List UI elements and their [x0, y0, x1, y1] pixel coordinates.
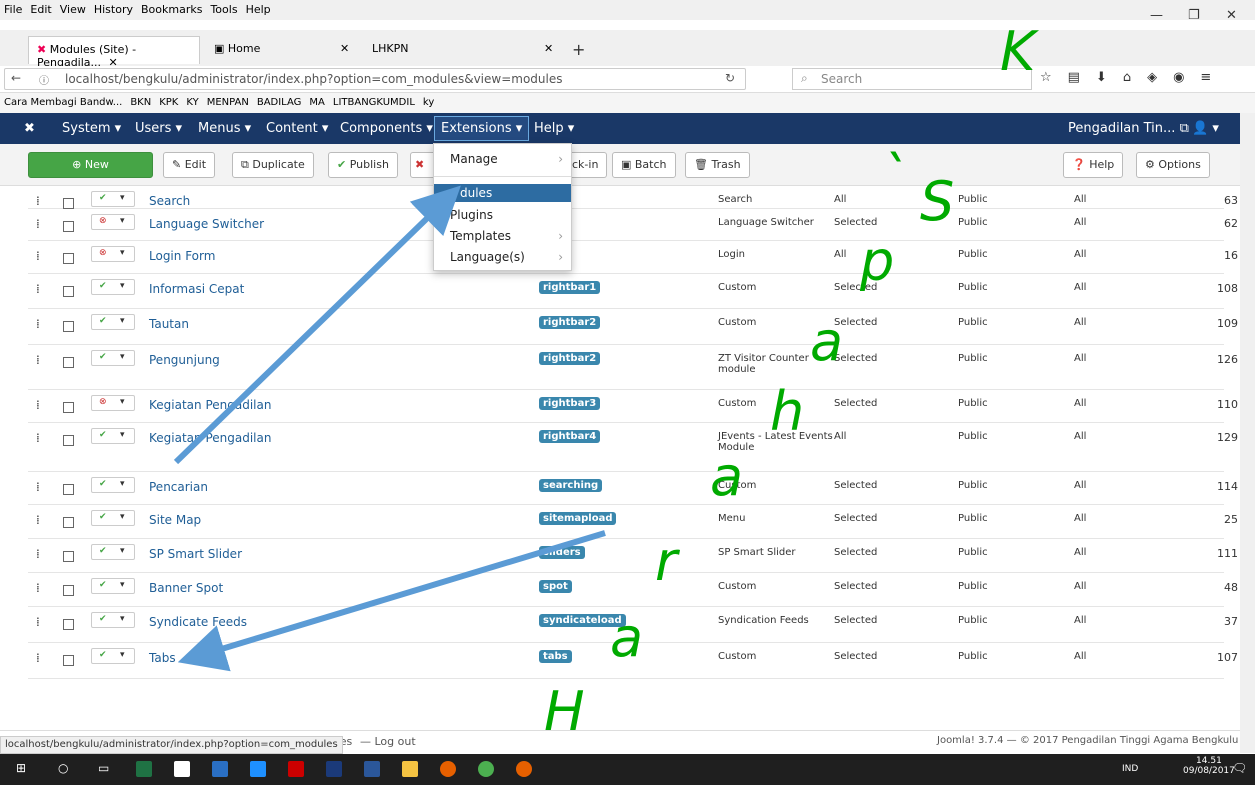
- annotation-arrows: [173, 185, 606, 672]
